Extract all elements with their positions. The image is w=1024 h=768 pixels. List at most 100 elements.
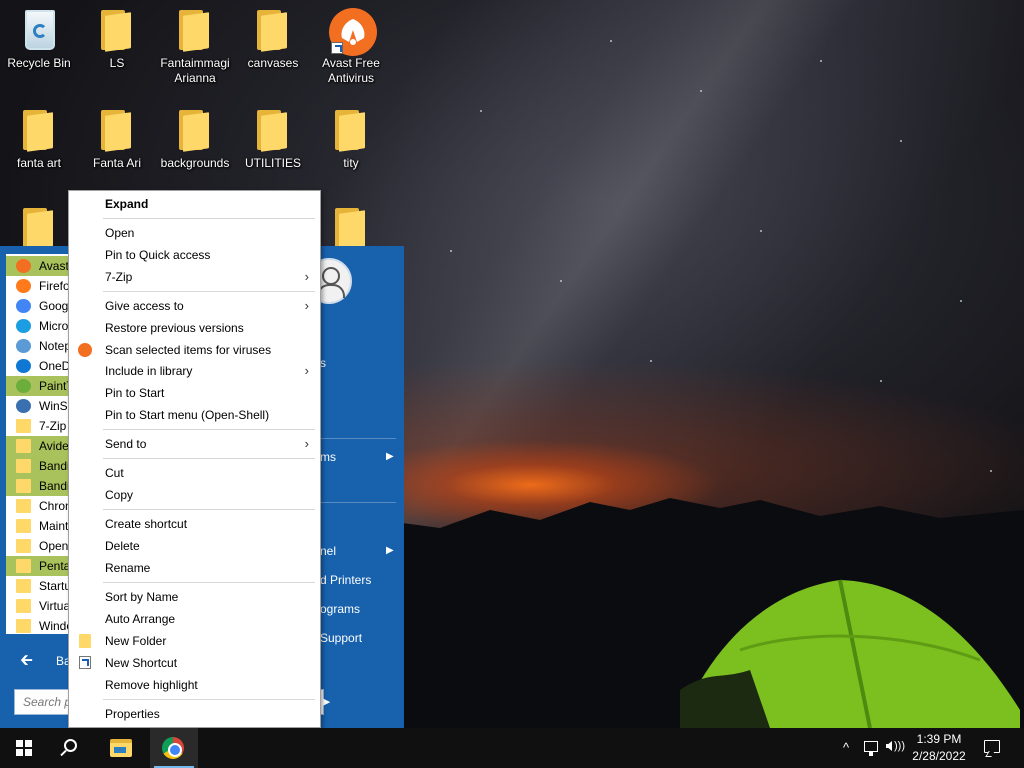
taskbar-file-explorer[interactable] bbox=[98, 728, 146, 768]
edge-icon bbox=[16, 319, 31, 333]
shortcut-arrow-icon bbox=[331, 42, 343, 54]
program-label: Startu bbox=[39, 579, 72, 593]
menu-item-sort-by-name[interactable]: Sort by Name bbox=[70, 586, 319, 608]
desktop-icon-recycle-bin[interactable]: Recycle Bin bbox=[0, 8, 78, 71]
menu-item-properties[interactable]: Properties bbox=[70, 703, 319, 725]
program-label: Maint bbox=[39, 519, 69, 533]
menu-item-label: Restore previous versions bbox=[105, 321, 244, 335]
taskbar: ^ ))) 1:39 PM 2/28/2022 bbox=[0, 728, 1024, 768]
tent-image bbox=[680, 579, 1020, 728]
taskbar-clock[interactable]: 1:39 PM 2/28/2022 bbox=[906, 731, 972, 765]
volume-icon[interactable] bbox=[886, 741, 892, 751]
menu-item-pin-start-openshell[interactable]: Pin to Start menu (Open-Shell) bbox=[70, 404, 319, 426]
menu-item-label: 7-Zip bbox=[105, 270, 133, 284]
search-placeholder: Search p bbox=[23, 695, 72, 709]
menu-item-open[interactable]: Open bbox=[70, 222, 319, 244]
desktop-icon-label: backgrounds bbox=[160, 156, 230, 170]
menu-item-send-to[interactable]: Send to › bbox=[70, 433, 319, 455]
program-label: Bandi bbox=[39, 479, 70, 493]
menu-item-create-shortcut[interactable]: Create shortcut bbox=[70, 513, 319, 535]
folder-icon bbox=[79, 634, 91, 648]
desktop-icon-tity[interactable]: tity bbox=[312, 108, 390, 171]
menu-item-restore-versions[interactable]: Restore previous versions bbox=[70, 317, 319, 339]
menu-item-7zip[interactable]: 7-Zip › bbox=[70, 266, 319, 288]
desktop-icon-canvases[interactable]: canvases bbox=[234, 8, 312, 71]
menu-item-new-shortcut[interactable]: New Shortcut bbox=[70, 652, 319, 674]
program-label: Bandi bbox=[39, 459, 70, 473]
program-label: Virtua bbox=[39, 599, 71, 613]
recycle-bin-icon bbox=[25, 10, 55, 50]
menu-item-include-library[interactable]: Include in library › bbox=[70, 360, 319, 382]
folder-icon bbox=[335, 110, 367, 152]
desktop-icon-label: LS bbox=[109, 56, 125, 70]
start-menu-right-item[interactable]: d Printers bbox=[320, 573, 371, 587]
menu-item-auto-arrange[interactable]: Auto Arrange bbox=[70, 608, 319, 630]
program-label: Notep bbox=[39, 339, 72, 353]
folder-icon bbox=[257, 10, 289, 52]
desktop-icon-label: Fantaimmagi Arianna bbox=[160, 56, 230, 85]
program-label: Avast bbox=[39, 259, 69, 273]
arrow-left-icon: 🡰 bbox=[20, 652, 33, 669]
desktop-icon-fanta-ari[interactable]: Fanta Ari bbox=[78, 108, 156, 171]
volume-waves-icon: ))) bbox=[894, 740, 905, 752]
desktop-icon-fanta-art[interactable]: fanta art bbox=[0, 108, 78, 171]
network-icon[interactable] bbox=[864, 741, 878, 756]
menu-separator bbox=[103, 291, 315, 292]
start-button[interactable] bbox=[0, 728, 48, 768]
firefox-icon bbox=[16, 279, 31, 293]
menu-item-copy[interactable]: Copy bbox=[70, 484, 319, 506]
desktop-icon-fantaimmagi-arianna[interactable]: Fantaimmagi Arianna bbox=[156, 8, 234, 86]
folder-icon bbox=[16, 579, 31, 593]
folder-icon bbox=[16, 479, 31, 493]
desktop-icon-partial[interactable] bbox=[0, 206, 78, 246]
start-menu-right-item[interactable]: ograms bbox=[320, 602, 360, 616]
menu-item-pin-start[interactable]: Pin to Start bbox=[70, 382, 319, 404]
menu-item-label: Remove highlight bbox=[105, 678, 198, 692]
submenu-chevron-icon: › bbox=[304, 363, 309, 378]
desktop-icon-utilities[interactable]: UTILITIES bbox=[234, 108, 312, 171]
menu-item-pin-quick-access[interactable]: Pin to Quick access bbox=[70, 244, 319, 266]
menu-item-rename[interactable]: Rename bbox=[70, 557, 319, 579]
menu-item-label: Create shortcut bbox=[105, 517, 188, 531]
menu-item-expand[interactable]: Expand bbox=[70, 193, 319, 215]
desktop-icon-avast[interactable]: Avast Free Antivirus bbox=[312, 8, 390, 86]
menu-item-label: Copy bbox=[105, 488, 134, 502]
desktop-icon-label: UTILITIES bbox=[244, 156, 301, 170]
start-menu-right-item[interactable]: Support bbox=[320, 631, 362, 645]
chevron-right-icon: ▶ bbox=[386, 451, 394, 462]
start-menu-right-item[interactable]: nel bbox=[320, 544, 336, 558]
taskbar-search-button[interactable] bbox=[48, 728, 96, 768]
folder-icon bbox=[16, 459, 31, 473]
desktop-icon-backgrounds[interactable]: backgrounds bbox=[156, 108, 234, 171]
menu-separator bbox=[103, 582, 315, 583]
start-menu-right-item[interactable]: ms bbox=[320, 450, 336, 464]
menu-item-label: Delete bbox=[105, 539, 140, 553]
folder-icon bbox=[16, 439, 31, 453]
menu-item-remove-highlight[interactable]: Remove highlight bbox=[70, 674, 319, 696]
tray-overflow-chevron[interactable]: ^ bbox=[836, 728, 856, 768]
menu-item-delete[interactable]: Delete bbox=[70, 535, 319, 557]
file-explorer-icon bbox=[110, 739, 132, 757]
start-menu-separator bbox=[320, 438, 396, 439]
menu-item-label: Pin to Start menu (Open-Shell) bbox=[105, 408, 270, 422]
notification-center-icon[interactable] bbox=[984, 740, 1000, 753]
desktop-icon-label: Avast Free Antivirus bbox=[322, 56, 380, 85]
program-label: Chron bbox=[39, 499, 72, 513]
program-label: Micro bbox=[39, 319, 69, 333]
menu-item-label: Auto Arrange bbox=[105, 612, 176, 626]
desktop-icon-partial[interactable] bbox=[312, 206, 390, 246]
menu-item-label: Rename bbox=[105, 561, 151, 575]
avast-icon bbox=[78, 343, 92, 357]
menu-item-label: Scan selected items for viruses bbox=[105, 343, 272, 357]
windows-logo-icon bbox=[16, 740, 32, 756]
clock-time: 1:39 PM bbox=[916, 732, 962, 746]
taskbar-chrome[interactable] bbox=[150, 728, 198, 768]
folder-icon bbox=[179, 10, 211, 52]
menu-item-give-access[interactable]: Give access to › bbox=[70, 295, 319, 317]
desktop-icon-ls[interactable]: LS bbox=[78, 8, 156, 71]
menu-item-scan-viruses[interactable]: Scan selected items for viruses bbox=[70, 339, 319, 361]
menu-item-cut[interactable]: Cut bbox=[70, 462, 319, 484]
shortcut-icon bbox=[79, 656, 91, 669]
folder-icon bbox=[16, 559, 31, 573]
menu-item-new-folder[interactable]: New Folder bbox=[70, 630, 319, 652]
